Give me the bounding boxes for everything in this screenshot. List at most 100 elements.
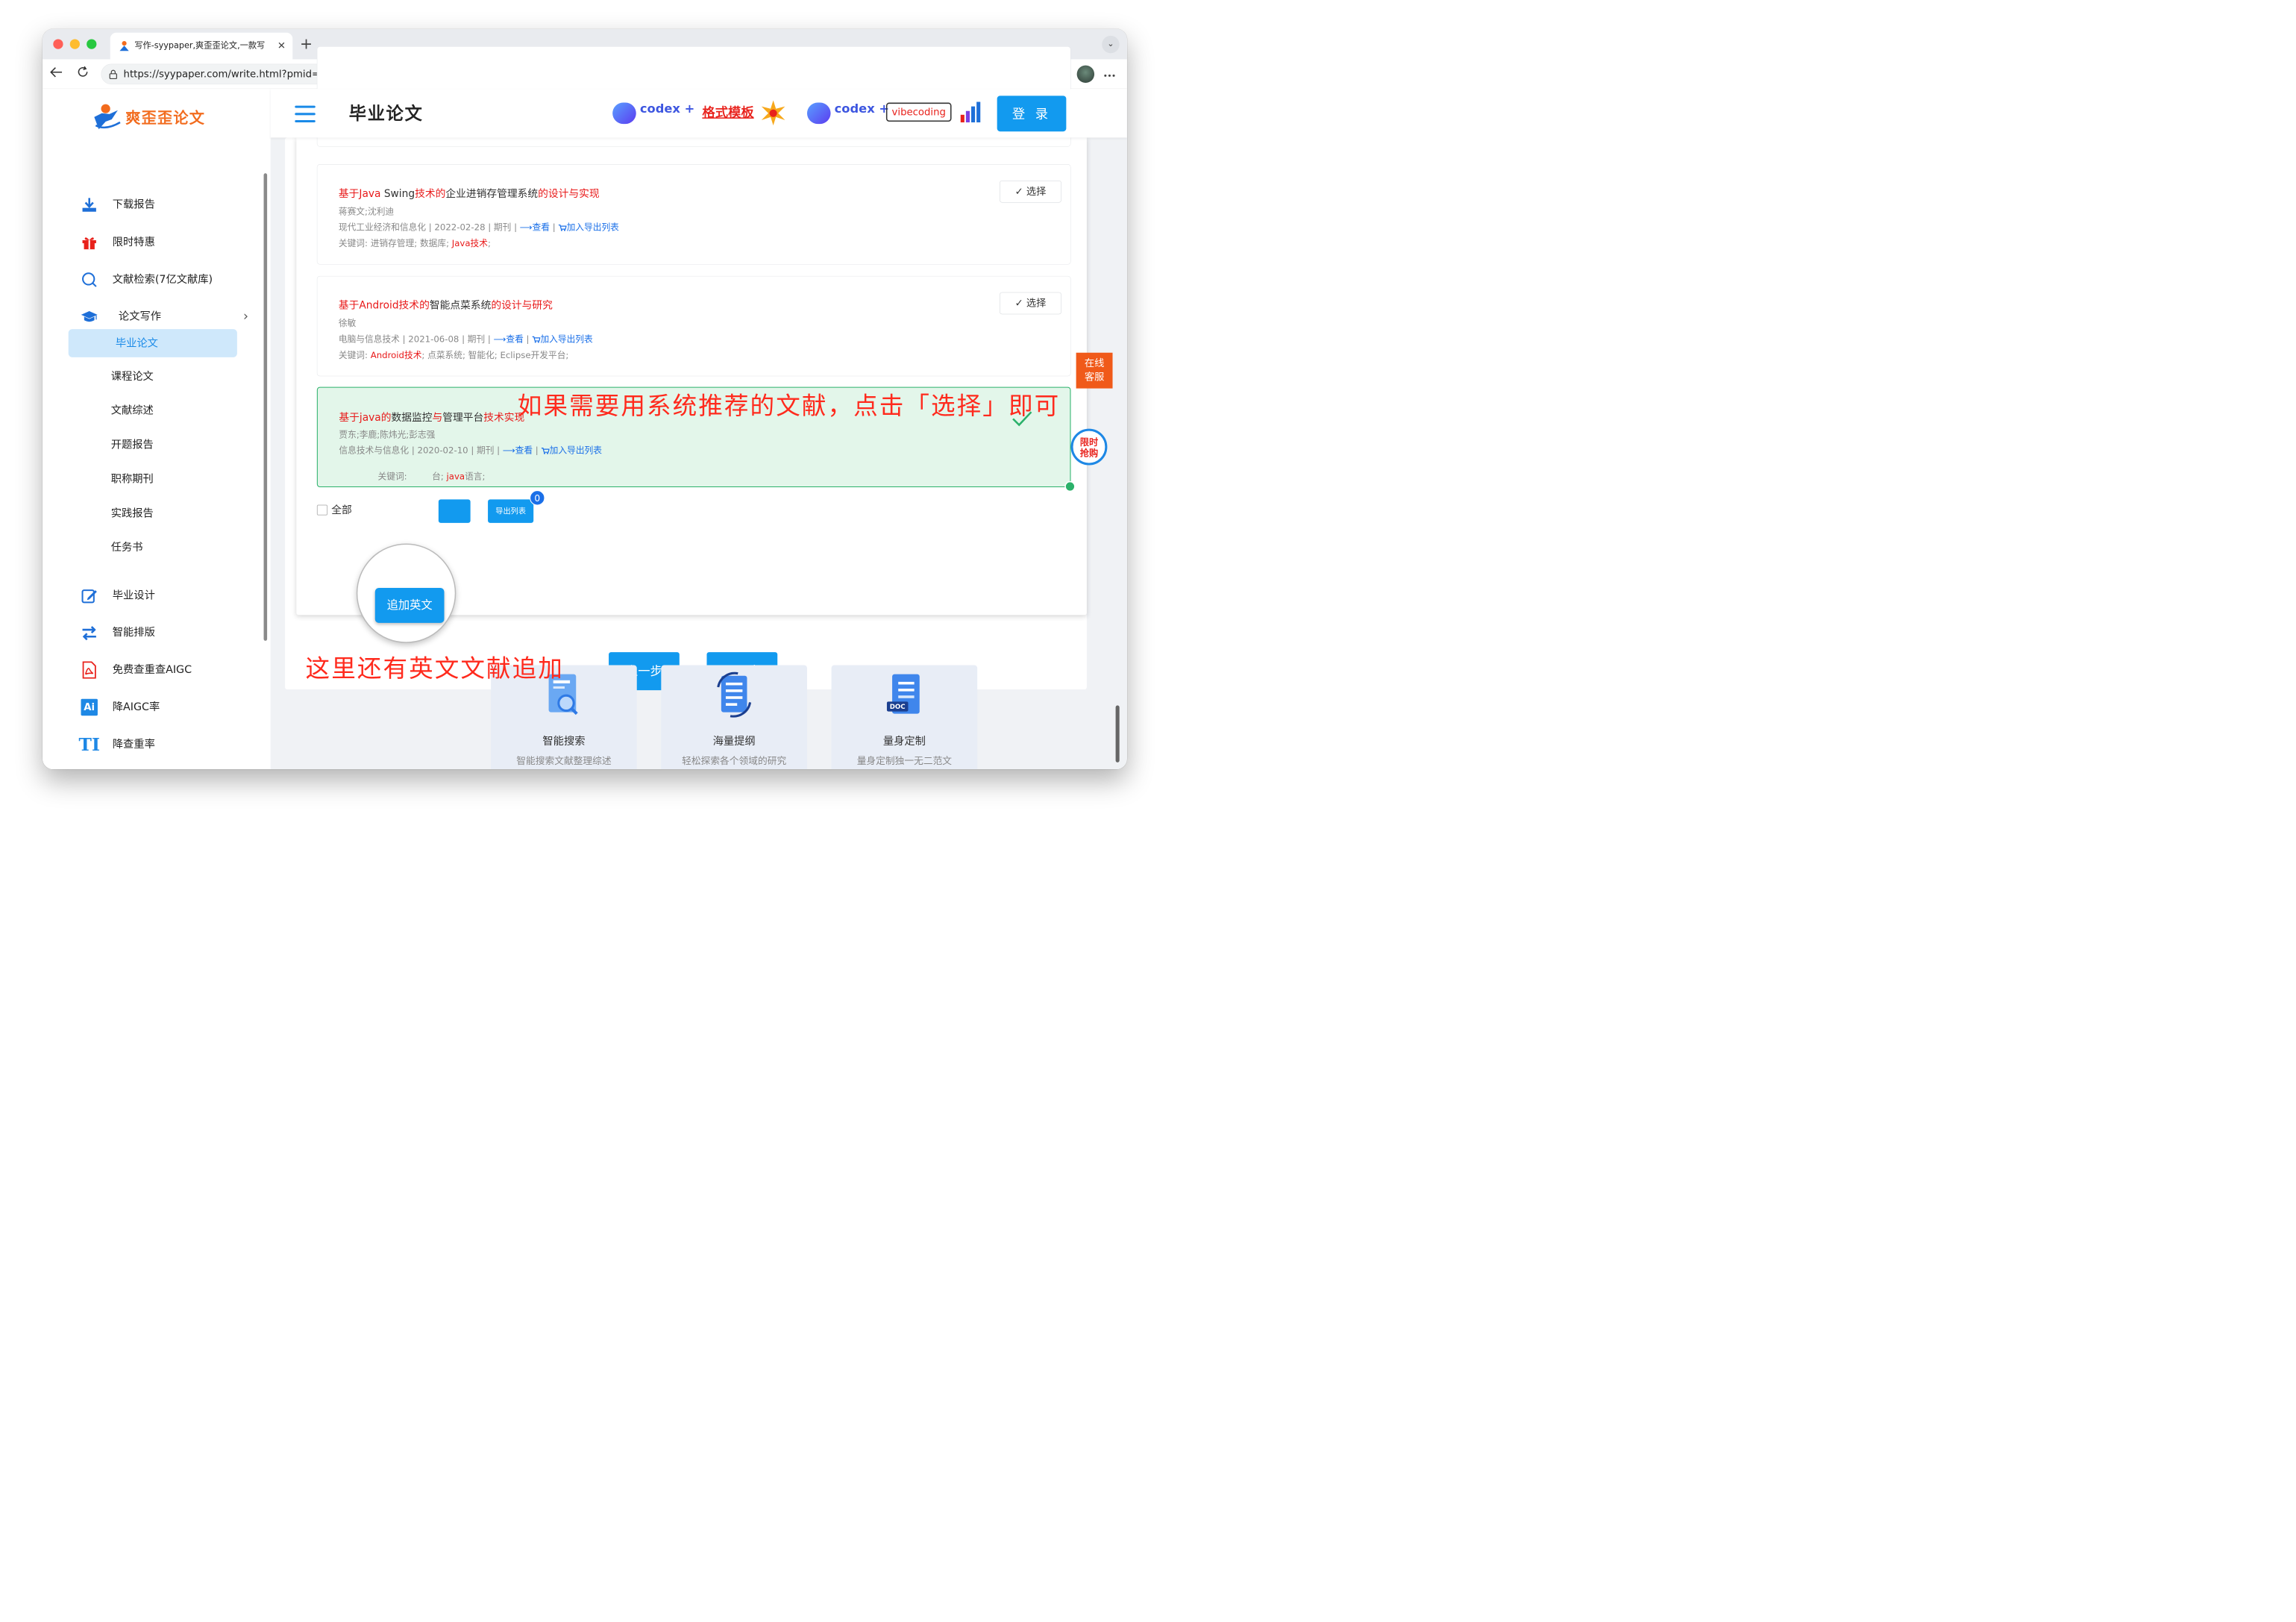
reference-source: 信息技术与信息化 | 2020-02-10 | 期刊 | ⟶查看 | 加入导出列… [339,443,602,456]
logo-mascot-icon [94,104,121,130]
add-export-link[interactable]: 加入导出列表 [541,446,602,456]
top-header: 毕业论文 codex + 格式模板 codex + vibecoding 登 录 [270,89,1127,138]
ad-banner-codex-vibecoding[interactable]: codex + vibecoding [806,97,982,129]
cart-icon [541,447,550,454]
sidebar-subitem-proposal-report[interactable]: 开题报告 [111,433,154,457]
add-export-link[interactable]: 加入导出列表 [558,223,619,233]
add-export-text: 加入导出列表 [549,445,602,456]
title-part: 与 [432,411,443,424]
ad-badge: vibecoding [885,102,952,122]
bottom-actions: 全部 导出列表 0 [316,490,849,529]
reference-keywords: 关键词: 进销存管理; 数据库; Java技术; [339,236,491,248]
sidebar-subitem-course-paper[interactable]: 课程论文 [111,365,154,388]
sidebar-subitem-graduation-thesis[interactable]: 毕业论文 [68,329,237,357]
sidebar-item-graduation-design[interactable]: 毕业设计 [81,583,233,607]
feature-title: 海量提纲 [712,734,756,748]
reference-panel: 基于Java Swing技术的企业进销存管理系统的设计与实现 蒋赛文;沈利迪 现… [296,46,1087,616]
sidebar-item-reduce-duplication[interactable]: TI 降查重率 [79,733,233,756]
sidebar-item-literature-search[interactable]: 文献检索(7亿文献库) [81,268,233,291]
sidebar-subitem-professional-journal[interactable]: 职称期刊 [111,468,154,491]
profile-avatar[interactable] [1076,65,1095,84]
cart-icon [558,224,567,231]
choose-button[interactable]: ✓ 选择 [1000,180,1061,203]
sidebar-item-label: 免费查重查AIGC [112,663,192,676]
view-link[interactable]: ⟶查看 [494,334,524,344]
codex-cloud-icon [612,102,636,125]
title-part: 的设计与实现 [538,187,600,200]
login-button[interactable]: 登 录 [997,95,1067,132]
sidebar-item-label: 毕业设计 [112,589,155,601]
cart-icon [532,336,541,343]
sidebar-item-label: 降AIGC率 [112,700,160,713]
add-export-link[interactable]: 加入导出列表 [532,334,593,345]
reference-source: 现代工业经济和信息化 | 2022-02-28 | 期刊 | ⟶查看 | 加入导… [339,220,619,233]
burst-icon [761,100,785,126]
online-service-label: 在线客服 [1084,357,1105,383]
title-part: 企业进销存管理系统 [445,187,539,200]
outline-icon [717,671,752,718]
back-arrow-icon[interactable] [48,66,64,82]
title-part: 技术的 [415,187,446,200]
site-info-icon[interactable] [108,69,118,80]
select-all-checkbox[interactable] [316,504,328,516]
choose-button[interactable]: ✓ 选择 [1000,292,1061,315]
sidebar-subitem-practice-report[interactable]: 实践报告 [111,501,154,525]
sidebar-subitem-task-book[interactable]: 任务书 [111,536,143,559]
browser-tab[interactable]: 写作-syypaper,爽歪歪论文,一款写 ✕ [110,32,293,60]
sidebar-item-free-check[interactable]: 免费查重查AIGC [81,658,233,681]
feature-title: 智能搜索 [542,734,586,748]
reference-title[interactable]: 基于java的数据监控与管理平台技术实现 [339,409,524,424]
sidebar-item-download-report[interactable]: 下载报告 [81,193,233,216]
add-export-text: 加入导出列表 [566,222,619,233]
menu-toggle-icon[interactable] [295,105,316,123]
partially-hidden-button[interactable] [438,499,471,523]
reference-keywords: 关键词: 台; java语言; [339,459,486,492]
sidebar-item-smart-layout[interactable]: 智能排版 [81,621,233,644]
zoom-window-button[interactable] [87,39,97,49]
ad-text: codex + [834,101,890,116]
feature-card-outline[interactable]: 海量提纲 轻松探索各个领域的研究 [661,665,807,770]
title-part: 的设计与研究 [491,299,553,312]
sidebar-item-paper-writing[interactable]: 论文写作 › [81,305,248,328]
sidebar-item-limited-offer[interactable]: 限时特惠 [81,231,233,254]
flash-sale-button[interactable]: 限时抢购 [1070,428,1108,466]
new-tab-button[interactable]: + [298,37,314,53]
feature-card-custom[interactable]: DOC 量身定制 量身定制独一无二范文 [831,665,978,770]
sidebar-subitem-literature-review[interactable]: 文献综述 [111,399,154,422]
annotation-select-hint: 如果需要用系统推荐的文献，点击「选择」即可 [517,392,1061,421]
view-link[interactable]: ⟶查看 [503,446,533,456]
sidebar-scrollbar[interactable] [263,173,268,641]
close-window-button[interactable] [53,39,63,49]
close-tab-icon[interactable]: ✕ [276,40,287,52]
pdf-icon [81,661,98,679]
reload-icon[interactable] [75,66,91,82]
reference-title[interactable]: 基于Java Swing技术的企业进销存管理系统的设计与实现 [339,185,600,200]
logo-text: 爽歪歪论文 [125,109,206,128]
sidebar-item-reduce-aigc[interactable]: Ai 降AIGC率 [81,695,233,718]
ad-badge: 格式模板 [702,104,754,120]
gift-icon [81,234,98,251]
title-part: Swing [380,187,415,200]
link-separator: | [549,222,559,233]
keywords-label: 关键词: [338,238,371,249]
browser-window: 写作-syypaper,爽歪歪论文,一款写 ✕ + ⌄ https://syyp… [43,28,1127,770]
keywords-highlight: Java技术 [451,238,488,249]
site-logo[interactable]: 爽歪歪论文 [90,100,208,132]
reference-item: 基于Java Swing技术的企业进销存管理系统的设计与实现 蒋赛文;沈利迪 现… [316,164,1071,265]
ad-banner-codex-format[interactable]: codex + 格式模板 [612,97,791,129]
download-icon [81,196,98,213]
tab-list-button[interactable]: ⌄ [1102,35,1120,54]
add-english-button[interactable]: 追加英文 [374,588,445,623]
selected-badge-icon [1064,480,1076,492]
view-link[interactable]: ⟶查看 [520,223,550,233]
main-scrollbar[interactable] [1115,705,1120,763]
more-menu-icon[interactable] [1101,66,1117,82]
reference-title[interactable]: 基于Android技术的智能点菜系统的设计与研究 [339,297,553,312]
reference-authors: 贾东;李鹿;陈炜光;彭志强 [339,430,436,440]
keywords-label: 关键词: [377,472,410,482]
export-list-button[interactable]: 导出列表 [488,499,534,523]
online-service-button[interactable]: 在线客服 [1076,352,1113,389]
feature-subtitle: 量身定制独一无二范文 [856,755,953,766]
minimize-window-button[interactable] [69,39,80,49]
sidebar-item-label: 论文写作 [118,310,161,322]
